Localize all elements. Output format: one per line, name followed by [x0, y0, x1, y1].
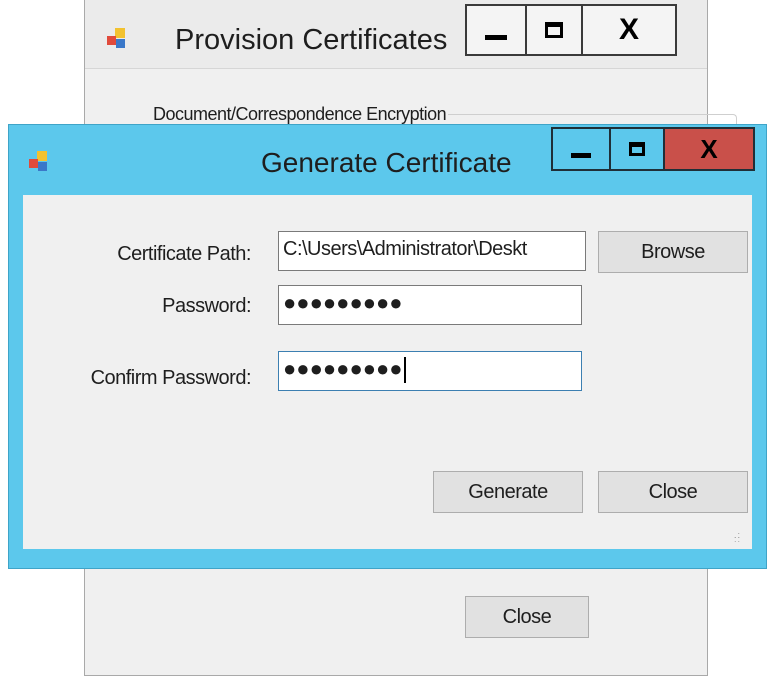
- app-icon: [29, 151, 51, 173]
- app-icon: [107, 28, 129, 50]
- dialog-title: Generate Certificate: [261, 147, 512, 178]
- minimize-button[interactable]: [465, 4, 527, 56]
- confirm-password-label: Confirm Password:: [90, 367, 252, 389]
- close-icon: X: [618, 13, 639, 46]
- close-button[interactable]: Close: [598, 471, 748, 513]
- minimize-icon: [485, 34, 507, 40]
- resize-grip-icon[interactable]: .:::: [734, 531, 746, 545]
- desktop: Provision Certificates X Document/Corres…: [0, 0, 773, 676]
- minimize-icon: [571, 152, 591, 158]
- certificate-path-input[interactable]: C:\Users\Administrator\Deskt: [278, 231, 586, 271]
- text-caret: [403, 357, 406, 384]
- maximize-button[interactable]: [525, 4, 583, 56]
- generate-button[interactable]: Generate: [433, 471, 583, 513]
- close-button[interactable]: X: [663, 127, 755, 171]
- window-controls: X: [465, 4, 677, 56]
- close-button[interactable]: X: [581, 4, 677, 56]
- window-controls: X: [551, 127, 755, 171]
- window-title: Provision Certificates: [175, 24, 448, 56]
- close-button[interactable]: Close: [465, 596, 589, 638]
- maximize-icon: [629, 142, 645, 156]
- dialog-client-area: Certificate Path: C:\Users\Administrator…: [23, 195, 752, 549]
- confirm-password-value: ●●●●●●●●●: [283, 356, 403, 381]
- confirm-password-input[interactable]: ●●●●●●●●●: [278, 351, 582, 391]
- title-bar[interactable]: Provision Certificates X: [85, 0, 707, 69]
- maximize-button[interactable]: [609, 127, 665, 171]
- browse-button[interactable]: Browse: [598, 231, 748, 273]
- password-input[interactable]: ●●●●●●●●●: [278, 285, 582, 325]
- generate-certificate-dialog: Generate Certificate X Certificate Path:…: [8, 124, 767, 569]
- certificate-path-label: Certificate Path:: [117, 243, 251, 265]
- minimize-button[interactable]: [551, 127, 611, 171]
- close-icon: X: [700, 134, 718, 164]
- maximize-icon: [545, 22, 563, 38]
- password-label: Password:: [162, 295, 251, 317]
- groupbox-label: Document/Correspondence Encryption: [151, 104, 449, 125]
